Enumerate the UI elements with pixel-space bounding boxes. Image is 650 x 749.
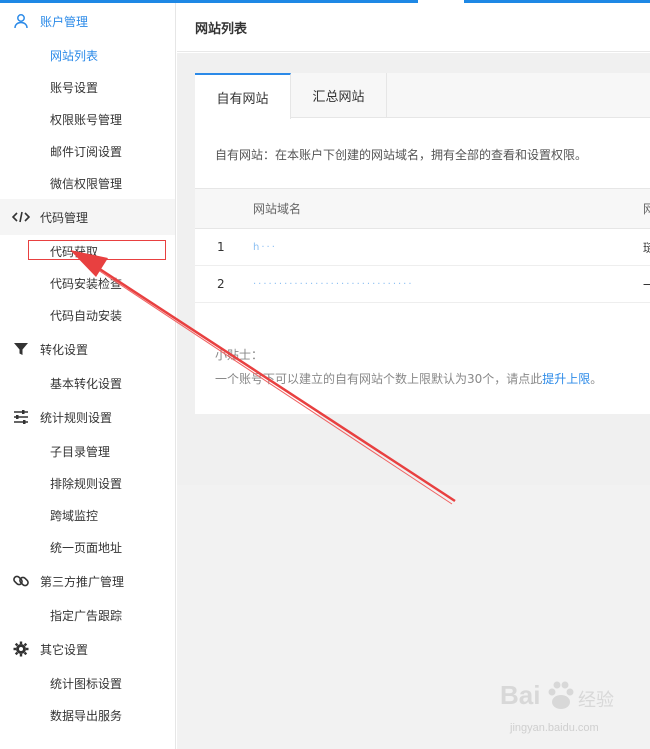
sidebar-item-cross-domain[interactable]: 跨域监控 bbox=[0, 499, 175, 531]
sidebar-item-unify-url[interactable]: 统一页面地址 bbox=[0, 531, 175, 563]
code-icon bbox=[12, 208, 30, 226]
baidu-watermark: Bai 经验 jingyan.baidu.com bbox=[490, 672, 640, 742]
sidebar-item-site-list[interactable]: 网站列表 bbox=[0, 39, 175, 71]
sidebar-item-basic-conversion[interactable]: 基本转化设置 bbox=[0, 367, 175, 399]
user-icon bbox=[12, 12, 30, 30]
sidebar-item-email-subscription[interactable]: 邮件订阅设置 bbox=[0, 135, 175, 167]
site-domain-link[interactable]: ······························· bbox=[253, 279, 414, 290]
site-domain-link[interactable]: h··· bbox=[253, 242, 277, 253]
table-row: 1 h··· 琏 bbox=[195, 229, 650, 266]
tips-text: 一个账号下可以建立的自有网站个数上限默认为30个，请点此 bbox=[215, 372, 543, 386]
sidebar-group-conversion[interactable]: 转化设置 bbox=[0, 331, 175, 367]
filter-icon bbox=[12, 340, 30, 358]
paw-icon bbox=[548, 681, 574, 709]
sidebar-group-other[interactable]: 其它设置 bbox=[0, 631, 175, 667]
row-extra: 琏 bbox=[643, 240, 650, 255]
link-icon bbox=[12, 572, 30, 590]
watermark-url: jingyan.baidu.com bbox=[510, 722, 599, 734]
sidebar-group-account[interactable]: 账户管理 bbox=[0, 3, 175, 39]
sidebar-item-permission-accounts[interactable]: 权限账号管理 bbox=[0, 103, 175, 135]
sidebar: 账户管理 网站列表 账号设置 权限账号管理 邮件订阅设置 微信权限管理 代码管理… bbox=[0, 3, 176, 749]
watermark-cn: 经验 bbox=[578, 690, 614, 711]
sidebar-item-subdirectory[interactable]: 子目录管理 bbox=[0, 435, 175, 467]
sidebar-group-label: 代码管理 bbox=[40, 210, 89, 225]
sidebar-group-label: 其它设置 bbox=[40, 642, 89, 657]
sidebar-item-stat-icon[interactable]: 统计图标设置 bbox=[0, 667, 175, 699]
sidebar-item-exclude-rules[interactable]: 排除规则设置 bbox=[0, 467, 175, 499]
sidebar-group-label: 账户管理 bbox=[40, 14, 89, 29]
tab-summary-sites[interactable]: 汇总网站 bbox=[291, 73, 387, 118]
site-list-card: 自有网站 汇总网站 自有网站：在本账户下创建的网站域名，拥有全部的查看和设置权限… bbox=[195, 73, 650, 414]
gear-icon bbox=[12, 640, 30, 658]
sliders-icon bbox=[12, 408, 30, 426]
sidebar-group-label: 转化设置 bbox=[40, 342, 89, 357]
column-header-extra: 网 bbox=[643, 202, 650, 216]
table-row: 2 ······························· 一 bbox=[195, 266, 650, 303]
sidebar-item-wechat-permission[interactable]: 微信权限管理 bbox=[0, 167, 175, 199]
sidebar-group-stat-rules[interactable]: 统计规则设置 bbox=[0, 399, 175, 435]
watermark-brand: Bai bbox=[500, 680, 541, 710]
tips-title: 小贴士： bbox=[215, 348, 264, 362]
tab-own-sites[interactable]: 自有网站 bbox=[195, 73, 291, 119]
sidebar-item-code-auto-install[interactable]: 代码自动安装 bbox=[0, 299, 175, 331]
sidebar-item-account-settings[interactable]: 账号设置 bbox=[0, 71, 175, 103]
table-header: 网站域名 网 bbox=[195, 189, 650, 229]
tips-section: 小贴士： 一个账号下可以建立的自有网站个数上限默认为30个，请点此提升上限。 bbox=[195, 303, 650, 391]
sidebar-item-get-code[interactable]: 代码获取 bbox=[0, 235, 175, 267]
sidebar-group-label: 第三方推广管理 bbox=[40, 574, 125, 589]
raise-limit-link[interactable]: 提升上限 bbox=[542, 372, 590, 386]
sidebar-group-code[interactable]: 代码管理 bbox=[0, 199, 175, 235]
column-header-domain: 网站域名 bbox=[253, 202, 302, 216]
sidebar-item-ad-tracking[interactable]: 指定广告跟踪 bbox=[0, 599, 175, 631]
row-extra: 一 bbox=[643, 277, 650, 292]
tips-text-line: 一个账号下可以建立的自有网站个数上限默认为30个，请点此提升上限。 bbox=[215, 367, 630, 391]
row-number: 2 bbox=[217, 277, 225, 291]
tab-bar: 自有网站 汇总网站 bbox=[195, 73, 650, 119]
sidebar-item-data-export[interactable]: 数据导出服务 bbox=[0, 699, 175, 731]
tab-description: 自有网站：在本账户下创建的网站域名，拥有全部的查看和设置权限。 bbox=[215, 148, 588, 162]
page-title: 网站列表 bbox=[177, 3, 650, 52]
row-number: 1 bbox=[217, 240, 225, 254]
highlight-box bbox=[28, 240, 166, 260]
tips-end: 。 bbox=[590, 372, 603, 386]
sidebar-item-code-check[interactable]: 代码安装检查 bbox=[0, 267, 175, 299]
site-table: 网站域名 网 1 h··· 琏 2 ······················… bbox=[195, 188, 650, 303]
sidebar-group-third-party[interactable]: 第三方推广管理 bbox=[0, 563, 175, 599]
sidebar-group-label: 统计规则设置 bbox=[40, 410, 113, 425]
